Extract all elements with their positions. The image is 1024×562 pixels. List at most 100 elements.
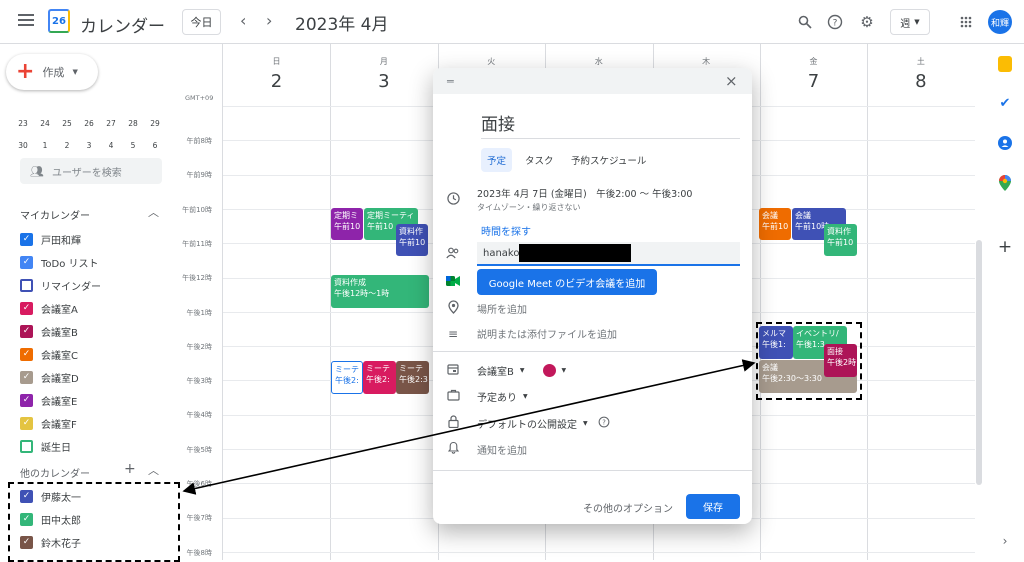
calendar-checkbox[interactable]: ✓: [20, 347, 33, 361]
calendar-list-item[interactable]: ✓ 戸田和輝: [20, 228, 81, 250]
more-options-button[interactable]: その他のオプション: [583, 500, 673, 515]
collapse-chevron-icon[interactable]: ︿: [148, 462, 159, 478]
event-color-select[interactable]: ▼: [542, 364, 566, 377]
calendar-checkbox[interactable]: ✓: [20, 301, 33, 315]
contacts-icon[interactable]: [996, 134, 1014, 152]
tab-event[interactable]: 予定: [481, 148, 513, 172]
calendar-list-item[interactable]: 誕生日: [20, 435, 71, 457]
mini-day[interactable]: 5: [122, 141, 144, 150]
add-addon-plus-icon[interactable]: +: [996, 237, 1014, 257]
mini-day[interactable]: 27: [100, 119, 122, 128]
calendar-list-item[interactable]: ✓ ToDo リスト: [20, 251, 99, 273]
guests-input[interactable]: hanako: [477, 242, 740, 266]
settings-gear-icon[interactable]: ⚙: [857, 12, 877, 32]
search-icon[interactable]: [795, 12, 815, 32]
other-calendars-title[interactable]: 他のカレンダー: [20, 465, 90, 480]
mini-day[interactable]: 25: [56, 119, 78, 128]
calendar-event[interactable]: 資料作 午前10: [824, 224, 857, 256]
maps-icon[interactable]: [996, 174, 1014, 192]
add-calendar-plus-icon[interactable]: +: [124, 461, 136, 477]
add-notification[interactable]: 通知を追加: [477, 442, 527, 457]
save-button[interactable]: 保存: [686, 494, 740, 519]
day-header[interactable]: 日2: [223, 56, 330, 92]
day-number[interactable]: 7: [760, 71, 867, 92]
day-number[interactable]: 8: [867, 71, 974, 92]
apps-grid-icon[interactable]: [956, 12, 976, 32]
calendar-checkbox[interactable]: ✓: [20, 324, 33, 338]
find-time-link[interactable]: 時間を探す: [481, 223, 531, 238]
next-week-icon[interactable]: ›: [266, 11, 272, 30]
tab-task[interactable]: タスク: [519, 148, 560, 172]
event-datetime[interactable]: 2023年 4月 7日 (金曜日) 午後2:00 〜 午後3:00: [477, 186, 692, 200]
mini-day[interactable]: 28: [122, 119, 144, 128]
day-number[interactable]: 2: [223, 71, 330, 92]
calendar-event[interactable]: ミーテ 午後2:3: [396, 361, 429, 394]
tab-appointment-schedule[interactable]: 予約スケジュール: [565, 148, 652, 172]
expand-chevron-icon[interactable]: ›: [996, 532, 1014, 550]
view-select[interactable]: 週 ▼: [890, 9, 930, 35]
description-input[interactable]: 説明または添付ファイルを追加: [477, 326, 617, 341]
mini-day[interactable]: 2: [56, 141, 78, 150]
mini-day[interactable]: 3: [78, 141, 100, 150]
mini-day[interactable]: 30: [12, 141, 34, 150]
mini-day[interactable]: 29: [144, 119, 166, 128]
mini-day[interactable]: 6: [144, 141, 166, 150]
calendar-checkbox[interactable]: ✓: [20, 393, 33, 407]
close-icon[interactable]: ×: [725, 72, 738, 90]
dialog-drag-bar[interactable]: ═ ×: [433, 68, 752, 94]
help-icon[interactable]: ?: [598, 416, 610, 431]
calendar-list-item[interactable]: ✓ 会議室E: [20, 389, 77, 411]
calendar-checkbox[interactable]: ✓: [20, 232, 33, 246]
location-input[interactable]: 場所を追加: [477, 301, 527, 316]
calendar-checkbox[interactable]: ✓: [20, 370, 33, 384]
recurrence-text[interactable]: タイムゾーン・繰り返さない: [477, 202, 692, 213]
calendar-event[interactable]: ミーテ 午後2:: [363, 361, 396, 394]
mini-day[interactable]: 26: [78, 119, 100, 128]
calendar-list-item[interactable]: ✓ 会議室C: [20, 343, 78, 365]
calendar-list-item[interactable]: ✓ 会議室A: [20, 297, 78, 319]
prev-week-icon[interactable]: ‹: [240, 11, 246, 30]
calendar-checkbox[interactable]: [20, 278, 33, 292]
calendar-event[interactable]: 資料作 午前10: [396, 224, 428, 256]
calendar-checkbox[interactable]: ✓: [20, 416, 33, 430]
add-meet-button[interactable]: Google Meet のビデオ会議を追加: [477, 269, 657, 295]
collapse-chevron-icon[interactable]: ︿: [148, 204, 159, 220]
mini-day[interactable]: 23: [12, 119, 34, 128]
tasks-icon[interactable]: ✔: [996, 94, 1014, 112]
calendar-event[interactable]: 会議 午前10: [759, 208, 791, 240]
datetime-row[interactable]: 2023年 4月 7日 (金曜日) 午後2:00 〜 午後3:00 タイムゾーン…: [445, 186, 740, 213]
mini-day[interactable]: 4: [100, 141, 122, 150]
calendar-list-item[interactable]: ✓ 会議室B: [20, 320, 78, 342]
help-icon[interactable]: ?: [825, 12, 845, 32]
event-title-input[interactable]: 面接: [481, 110, 740, 139]
calendar-checkbox[interactable]: [20, 439, 33, 453]
day-number[interactable]: 3: [330, 71, 437, 92]
calendar-list-item[interactable]: ✓ 会議室F: [20, 412, 77, 434]
calendar-event[interactable]: ミーテ 午後2:: [331, 361, 363, 394]
notification-row[interactable]: 通知を追加: [445, 441, 740, 457]
calendar-select[interactable]: 会議室B ▼: [477, 363, 525, 378]
day-header[interactable]: 金7: [760, 56, 867, 92]
calendar-list-item[interactable]: ✓ 会議室D: [20, 366, 79, 388]
mini-day[interactable]: 24: [34, 119, 56, 128]
mini-day[interactable]: 1: [34, 141, 56, 150]
drag-handle-icon[interactable]: ═: [447, 75, 454, 88]
people-search-input[interactable]: 👥︎ ユーザーを検索: [20, 158, 162, 184]
calendar-checkbox[interactable]: ✓: [20, 255, 33, 269]
day-header[interactable]: 土8: [867, 56, 974, 92]
avatar[interactable]: 和輝: [988, 10, 1012, 34]
keep-icon[interactable]: [998, 56, 1012, 72]
location-row[interactable]: 場所を追加: [445, 300, 740, 317]
calendar-event[interactable]: 定期ミ 午前10: [331, 208, 363, 240]
description-row[interactable]: ≡ 説明または添付ファイルを追加: [445, 326, 740, 342]
create-button[interactable]: + 作成 ▼: [6, 54, 98, 90]
main-menu-icon[interactable]: [18, 14, 34, 26]
calendar-event[interactable]: 資料作成 午後12時〜1時: [331, 275, 429, 308]
visibility-select[interactable]: デフォルトの公開設定 ▼: [477, 416, 588, 431]
my-calendars-title[interactable]: マイカレンダー: [20, 207, 90, 222]
grid-scrollbar[interactable]: [976, 240, 982, 485]
availability-select[interactable]: 予定あり ▼: [477, 389, 528, 404]
day-header[interactable]: 月3: [330, 56, 437, 92]
today-button[interactable]: 今日: [182, 9, 221, 35]
calendar-list-item[interactable]: リマインダー: [20, 274, 101, 296]
